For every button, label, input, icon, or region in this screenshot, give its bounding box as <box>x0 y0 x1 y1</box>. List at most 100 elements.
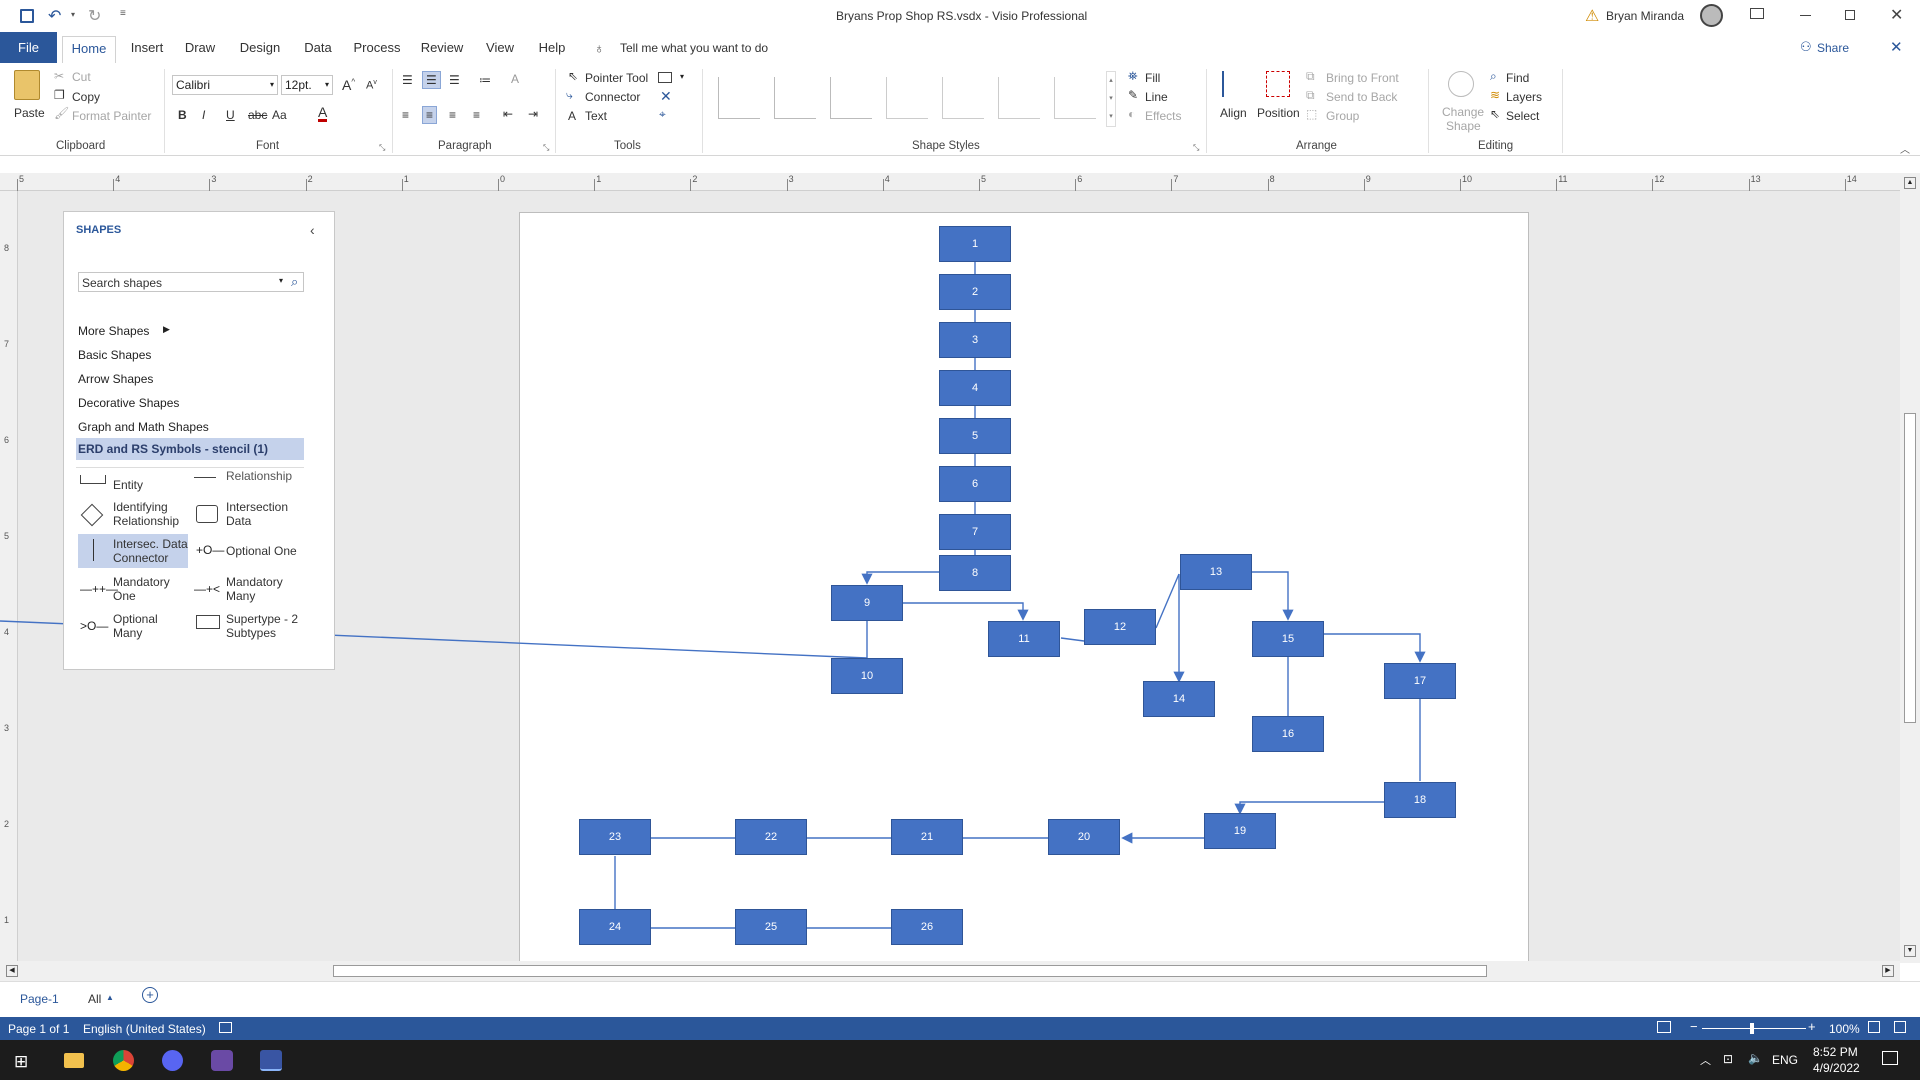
node-24[interactable]: 24 <box>579 909 651 945</box>
shape-mandatory-many-2[interactable]: Many <box>226 589 255 603</box>
shape-intersection-data-1[interactable]: Intersection <box>226 500 288 514</box>
switch-windows-icon[interactable] <box>1894 1021 1906 1033</box>
category-decorative-shapes[interactable]: Decorative Shapes <box>78 396 179 410</box>
scroll-right-icon[interactable]: ▶ <box>1882 965 1894 977</box>
page-number-status[interactable]: Page 1 of 1 <box>8 1022 69 1036</box>
scroll-down-icon[interactable]: ▼ <box>1904 945 1916 957</box>
node-21[interactable]: 21 <box>891 819 963 855</box>
shape-supertype-1[interactable]: Supertype - 2 <box>226 612 298 626</box>
notifications-icon[interactable] <box>1882 1051 1898 1065</box>
zoom-level[interactable]: 100% <box>1829 1022 1860 1036</box>
presentation-mode-icon[interactable] <box>1657 1021 1671 1033</box>
shape-identifying-relationship-1[interactable]: Identifying <box>113 500 168 514</box>
visio-taskbar-icon[interactable] <box>260 1050 282 1071</box>
chevron-down-icon[interactable]: ▾ <box>279 276 283 285</box>
node-7[interactable]: 7 <box>939 514 1011 550</box>
scroll-left-icon[interactable]: ◀ <box>6 965 18 977</box>
node-15[interactable]: 15 <box>1252 621 1324 657</box>
all-pages-button[interactable]: All <box>88 992 101 1006</box>
search-shapes-placeholder: Search shapes <box>82 276 163 290</box>
shape-mandatory-one-1[interactable]: Mandatory <box>113 575 170 589</box>
app-icon[interactable] <box>211 1050 233 1071</box>
optional-one-icon: +O— <box>196 543 225 557</box>
shape-mandatory-one-2[interactable]: One <box>113 589 136 603</box>
shape-relationship[interactable]: Relationship <box>226 469 292 483</box>
scroll-up-icon[interactable]: ▲ <box>1904 177 1916 189</box>
taskbar: ⊞ ︿ ⊡ 🔈 ENG 8:52 PM 4/9/2022 <box>0 1040 1920 1080</box>
entity-shape-icon <box>80 475 106 484</box>
collapse-panel-icon[interactable]: ‹ <box>310 222 315 238</box>
zoom-out-icon[interactable]: − <box>1690 1019 1698 1034</box>
more-shapes-link[interactable]: More Shapes <box>78 324 149 338</box>
chevron-up-icon[interactable]: ▲ <box>106 993 114 1002</box>
intersection-data-icon <box>196 505 218 523</box>
node-19[interactable]: 19 <box>1204 813 1276 849</box>
node-17[interactable]: 17 <box>1384 663 1456 699</box>
node-1[interactable]: 1 <box>939 226 1011 262</box>
node-2[interactable]: 2 <box>939 274 1011 310</box>
shape-entity[interactable]: Entity <box>113 478 143 492</box>
add-page-icon[interactable]: + <box>142 987 158 1003</box>
scroll-thumb[interactable] <box>333 965 1487 977</box>
shape-intersec-data-connector-1[interactable]: Intersec. Data <box>113 537 188 551</box>
page-tab-page-1[interactable]: Page-1 <box>20 992 59 1006</box>
network-icon[interactable]: ⊡ <box>1723 1052 1733 1066</box>
chevron-right-icon[interactable]: ▶ <box>163 324 170 335</box>
chrome-icon[interactable] <box>113 1050 134 1071</box>
clock-date[interactable]: 4/9/2022 <box>1813 1061 1860 1075</box>
node-16[interactable]: 16 <box>1252 716 1324 752</box>
input-language[interactable]: ENG <box>1772 1053 1798 1067</box>
shape-identifying-relationship-2[interactable]: Relationship <box>113 514 179 528</box>
node-4[interactable]: 4 <box>939 370 1011 406</box>
horizontal-scrollbar[interactable]: ◀ ▶ <box>0 961 1900 981</box>
node-12[interactable]: 12 <box>1084 609 1156 645</box>
node-11[interactable]: 11 <box>988 621 1060 657</box>
node-22[interactable]: 22 <box>735 819 807 855</box>
zoom-slider[interactable] <box>1702 1028 1806 1029</box>
node-9[interactable]: 9 <box>831 585 903 621</box>
shape-supertype-2[interactable]: Subtypes <box>226 626 276 640</box>
windows-start-icon[interactable]: ⊞ <box>14 1052 28 1072</box>
shape-optional-many-1[interactable]: Optional <box>113 612 158 626</box>
clock-time[interactable]: 8:52 PM <box>1813 1045 1858 1059</box>
fit-page-icon[interactable] <box>1868 1021 1880 1033</box>
search-shapes-input[interactable]: Search shapes ▾ ⌕ <box>78 272 304 292</box>
node-10[interactable]: 10 <box>831 658 903 694</box>
node-18[interactable]: 18 <box>1384 782 1456 818</box>
shape-optional-one[interactable]: Optional One <box>226 544 297 558</box>
discord-icon[interactable] <box>162 1050 183 1071</box>
node-25[interactable]: 25 <box>735 909 807 945</box>
node-14[interactable]: 14 <box>1143 681 1215 717</box>
scroll-thumb[interactable] <box>1904 413 1916 723</box>
vertical-scrollbar[interactable]: ▲ ▼ <box>1900 173 1920 963</box>
node-13[interactable]: 13 <box>1180 554 1252 590</box>
shape-optional-many-2[interactable]: Many <box>113 626 142 640</box>
node-6[interactable]: 6 <box>939 466 1011 502</box>
file-explorer-icon[interactable] <box>64 1053 84 1068</box>
volume-icon[interactable]: 🔈 <box>1748 1051 1763 1065</box>
node-5[interactable]: 5 <box>939 418 1011 454</box>
node-20[interactable]: 20 <box>1048 819 1120 855</box>
node-26[interactable]: 26 <box>891 909 963 945</box>
search-icon[interactable]: ⌕ <box>291 274 298 290</box>
shapes-panel-title: SHAPES <box>76 224 122 236</box>
node-23[interactable]: 23 <box>579 819 651 855</box>
zoom-slider-thumb[interactable] <box>1750 1023 1754 1034</box>
macro-record-icon[interactable] <box>219 1022 232 1033</box>
node-8[interactable]: 8 <box>939 555 1011 591</box>
shape-mandatory-many-1[interactable]: Mandatory <box>226 575 283 589</box>
selected-stencil[interactable]: ERD and RS Symbols - stencil (1) <box>76 438 304 460</box>
supertype-icon <box>196 615 220 629</box>
category-graph-math-shapes[interactable]: Graph and Math Shapes <box>78 420 209 434</box>
selected-stencil-label: ERD and RS Symbols - stencil (1) <box>78 442 269 456</box>
shape-intersec-data-connector-2[interactable]: Connector <box>113 551 168 565</box>
node-3[interactable]: 3 <box>939 322 1011 358</box>
show-hidden-icons[interactable]: ︿ <box>1700 1052 1711 1068</box>
shape-intersection-data-2[interactable]: Data <box>226 514 251 528</box>
language-status[interactable]: English (United States) <box>83 1022 206 1036</box>
status-bar: Page 1 of 1 English (United States) − + … <box>0 1017 1920 1040</box>
category-basic-shapes[interactable]: Basic Shapes <box>78 348 151 362</box>
optional-many-icon: >O— <box>80 619 109 633</box>
category-arrow-shapes[interactable]: Arrow Shapes <box>78 372 153 386</box>
zoom-in-icon[interactable]: + <box>1808 1019 1816 1034</box>
